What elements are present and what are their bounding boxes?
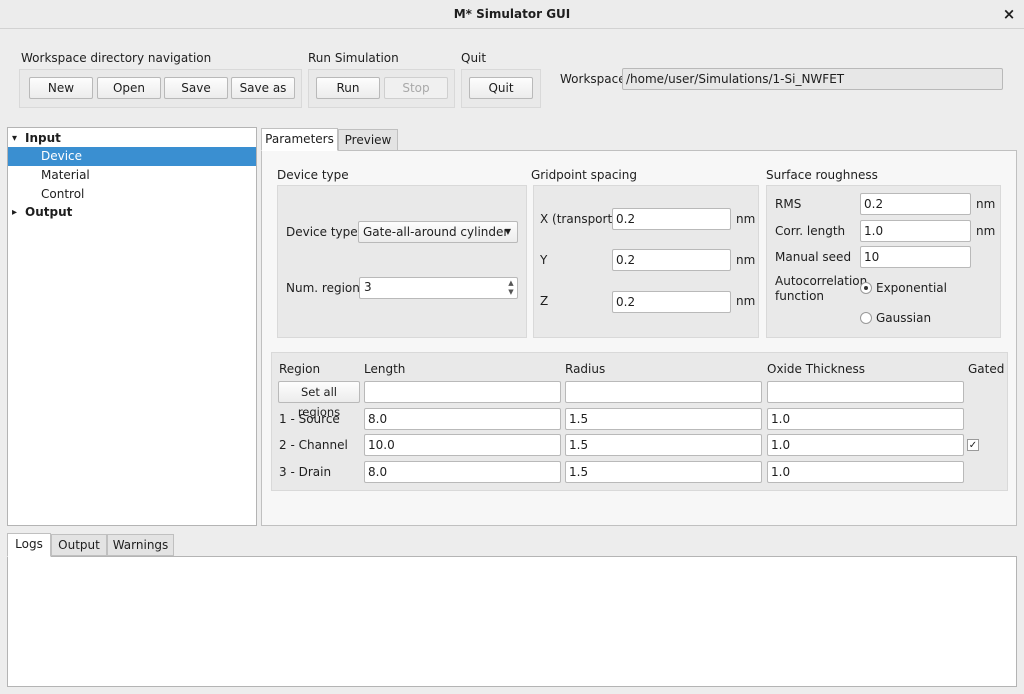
region-radius-input[interactable]: 1.5 bbox=[565, 408, 762, 430]
workspace-nav-label: Workspace directory navigation bbox=[21, 51, 212, 65]
corr-length-input[interactable]: 1.0 bbox=[860, 220, 971, 242]
oxide-thickness-header: Oxide Thickness bbox=[767, 362, 866, 376]
chevron-down-icon[interactable]: ▾ bbox=[12, 129, 17, 148]
y-spacing-label: Y bbox=[540, 253, 548, 267]
roughness-group-title: Surface roughness bbox=[766, 168, 878, 182]
rms-input[interactable]: 0.2 bbox=[860, 193, 971, 215]
set-all-radius-input[interactable] bbox=[565, 381, 762, 403]
tab-preview[interactable]: Preview bbox=[338, 129, 398, 151]
set-all-oxide-input[interactable] bbox=[767, 381, 964, 403]
autocorrelation-label: Autocorrelation bbox=[775, 274, 868, 288]
tree-item-input[interactable]: ▾ Input bbox=[8, 129, 256, 148]
quit-button[interactable]: Quit bbox=[469, 77, 533, 99]
region-radius-input[interactable]: 1.5 bbox=[565, 461, 762, 483]
open-button[interactable]: Open bbox=[97, 77, 161, 99]
y-spacing-input[interactable]: 0.2 bbox=[612, 249, 731, 271]
region-oxide-input[interactable]: 1.0 bbox=[767, 434, 964, 456]
tab-parameters[interactable]: Parameters bbox=[261, 128, 338, 151]
tree-item-label: Device bbox=[41, 149, 83, 163]
save-as-button[interactable]: Save as bbox=[231, 77, 295, 99]
region-name: 2 - Channel bbox=[279, 438, 348, 452]
region-length-input[interactable]: 8.0 bbox=[364, 408, 561, 430]
z-spacing-label: Z bbox=[540, 294, 549, 308]
save-button[interactable]: Save bbox=[164, 77, 228, 99]
x-spacing-unit: nm bbox=[736, 212, 756, 226]
region-oxide-input[interactable]: 1.0 bbox=[767, 461, 964, 483]
stop-button[interactable]: Stop bbox=[384, 77, 448, 99]
workspace-label: Workspace bbox=[560, 72, 626, 86]
z-spacing-input[interactable]: 0.2 bbox=[612, 291, 731, 313]
run-simulation-label: Run Simulation bbox=[308, 51, 399, 65]
num-regions-label: Num. regions bbox=[286, 281, 367, 295]
tree-item-material[interactable]: Material bbox=[8, 166, 256, 185]
gated-header: Gated bbox=[968, 362, 1005, 376]
length-header: Length bbox=[364, 362, 406, 376]
x-spacing-label: X (transport) bbox=[540, 212, 617, 226]
device-type-value: Gate-all-around cylinder bbox=[363, 225, 509, 239]
exponential-radio[interactable] bbox=[860, 282, 872, 294]
x-spacing-input[interactable]: 0.2 bbox=[612, 208, 731, 230]
region-length-input[interactable]: 8.0 bbox=[364, 461, 561, 483]
y-spacing-unit: nm bbox=[736, 253, 756, 267]
region-radius-input[interactable]: 1.5 bbox=[565, 434, 762, 456]
device-type-group bbox=[277, 185, 527, 338]
region-length-input[interactable]: 10.0 bbox=[364, 434, 561, 456]
set-all-length-input[interactable] bbox=[364, 381, 561, 403]
manual-seed-label: Manual seed bbox=[775, 250, 852, 264]
chevron-right-icon[interactable]: ▸ bbox=[12, 203, 17, 222]
navigation-tree: ▾ Input Device Material Control ▸ Output bbox=[7, 127, 257, 526]
rms-label: RMS bbox=[775, 197, 802, 211]
z-spacing-unit: nm bbox=[736, 294, 756, 308]
gated-checkbox[interactable]: ✓ bbox=[967, 439, 979, 451]
region-oxide-input[interactable]: 1.0 bbox=[767, 408, 964, 430]
tree-item-device[interactable]: Device bbox=[8, 147, 256, 166]
corr-length-unit: nm bbox=[976, 224, 996, 238]
tree-item-label: Material bbox=[41, 168, 90, 182]
region-name: 3 - Drain bbox=[279, 465, 332, 479]
autocorrelation-label-line2: function bbox=[775, 289, 825, 303]
num-regions-value: 3 bbox=[364, 280, 372, 294]
exponential-label: Exponential bbox=[876, 281, 947, 295]
spin-up-icon[interactable]: ▲ bbox=[506, 279, 516, 288]
gaussian-radio[interactable] bbox=[860, 312, 872, 324]
tree-item-label: Output bbox=[25, 205, 73, 219]
tree-item-control[interactable]: Control bbox=[8, 185, 256, 204]
device-type-label: Device type bbox=[286, 225, 358, 239]
device-type-group-title: Device type bbox=[277, 168, 349, 182]
region-name: 1 - Source bbox=[279, 412, 340, 426]
run-button[interactable]: Run bbox=[316, 77, 380, 99]
radius-header: Radius bbox=[565, 362, 606, 376]
corr-length-label: Corr. length bbox=[775, 224, 846, 238]
num-regions-spinbox[interactable]: 3 ▲ ▼ bbox=[359, 277, 518, 299]
gridpoint-group-title: Gridpoint spacing bbox=[531, 168, 637, 182]
region-header: Region bbox=[279, 362, 321, 376]
new-button[interactable]: New bbox=[29, 77, 93, 99]
log-output-area[interactable] bbox=[7, 556, 1017, 687]
quit-label: Quit bbox=[461, 51, 487, 65]
workspace-path-field[interactable]: /home/user/Simulations/1-Si_NWFET bbox=[622, 68, 1003, 90]
tree-item-label: Input bbox=[25, 131, 61, 145]
set-all-regions-button[interactable]: Set all regions bbox=[278, 381, 360, 419]
tab-warnings[interactable]: Warnings bbox=[107, 534, 174, 556]
window-title: M* Simulator GUI bbox=[453, 7, 571, 21]
manual-seed-input[interactable]: 10 bbox=[860, 246, 971, 268]
tree-item-output[interactable]: ▸ Output bbox=[8, 203, 256, 222]
close-icon[interactable]: × bbox=[1000, 5, 1018, 23]
tree-item-label: Control bbox=[41, 187, 85, 201]
gaussian-label: Gaussian bbox=[876, 311, 932, 325]
spin-down-icon[interactable]: ▼ bbox=[506, 288, 516, 297]
tab-logs[interactable]: Logs bbox=[7, 533, 51, 557]
device-type-select[interactable]: Gate-all-around cylinder ▼ bbox=[358, 221, 518, 243]
chevron-down-icon: ▼ bbox=[504, 227, 511, 236]
tab-output[interactable]: Output bbox=[51, 534, 107, 556]
rms-unit: nm bbox=[976, 197, 996, 211]
